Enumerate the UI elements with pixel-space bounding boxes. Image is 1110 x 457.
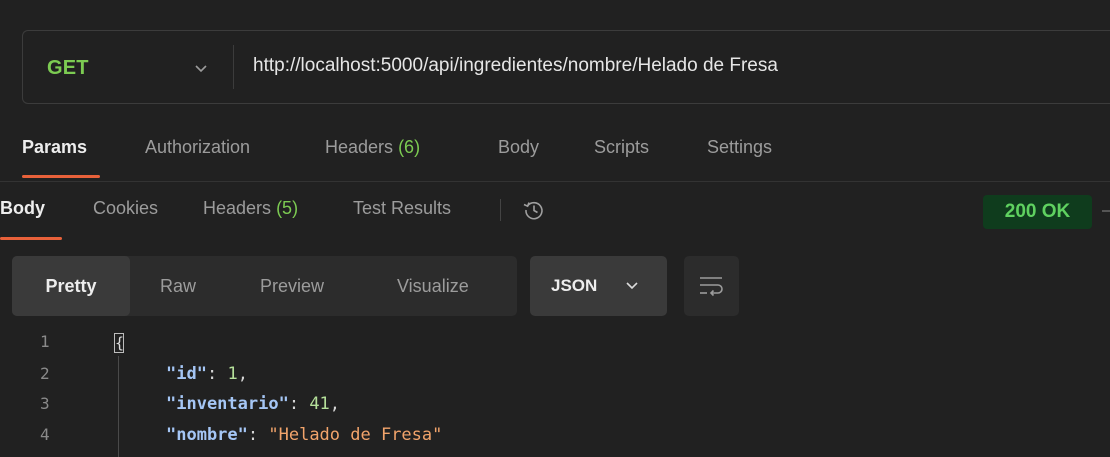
chevron-down-icon[interactable]	[195, 65, 207, 73]
tab-body[interactable]: Body	[498, 137, 539, 158]
tab-response-body[interactable]: Body	[0, 198, 45, 219]
format-tabs: Pretty Raw Preview Visualize	[12, 256, 517, 316]
tab-test-results[interactable]: Test Results	[353, 198, 451, 219]
status-badge: 200 OK	[983, 195, 1092, 229]
active-tab-indicator	[22, 175, 100, 178]
format-preview[interactable]: Preview	[260, 256, 324, 316]
tab-settings[interactable]: Settings	[707, 137, 772, 158]
tab-cookies[interactable]: Cookies	[93, 198, 158, 219]
tab-response-headers[interactable]: Headers (5)	[203, 198, 298, 219]
request-bar-divider	[233, 45, 234, 89]
response-tabs: Body Cookies Headers (5) Test Results 20…	[0, 193, 1110, 245]
tab-authorization[interactable]: Authorization	[145, 137, 250, 158]
section-divider	[0, 181, 1110, 182]
history-icon[interactable]	[521, 197, 547, 223]
url-input[interactable]: http://localhost:5000/api/ingredientes/n…	[253, 55, 778, 77]
tab-params[interactable]: Params	[22, 137, 87, 158]
code-line: 4 "nombre": "Helado de Fresa"	[40, 425, 443, 445]
wrap-lines-icon	[700, 277, 723, 297]
chevron-down-icon	[626, 282, 638, 290]
open-brace: {	[114, 333, 125, 353]
code-line: 3 "inventario": 41,	[40, 394, 341, 414]
line-number: 2	[40, 364, 50, 383]
format-pretty[interactable]: Pretty	[12, 256, 130, 316]
format-visualize[interactable]: Visualize	[397, 256, 469, 316]
line-number: 3	[40, 394, 50, 413]
language-select[interactable]: JSON	[530, 256, 667, 316]
toolbar-edge	[1102, 210, 1110, 212]
language-label: JSON	[551, 276, 598, 295]
code-line: 1	[0, 332, 1110, 362]
wrap-lines-button[interactable]	[684, 256, 739, 316]
format-raw[interactable]: Raw	[160, 256, 196, 316]
line-number: 1	[40, 332, 50, 351]
request-tabs: Params Authorization Headers (6) Body Sc…	[0, 133, 1110, 181]
tab-headers[interactable]: Headers (6)	[325, 137, 420, 158]
code-line: 2 "id": 1,	[40, 364, 248, 384]
active-response-tab-indicator	[0, 237, 62, 240]
method-select[interactable]: GET	[47, 57, 89, 80]
headers-count: (6)	[398, 137, 421, 157]
response-body-code[interactable]: 1 { 2 "id": 1, 3 "inventario": 41, 4 "no…	[0, 322, 1110, 457]
response-headers-count: (5)	[276, 198, 299, 218]
request-bar: GET http://localhost:5000/api/ingredient…	[22, 30, 1110, 104]
tabs-divider	[500, 199, 501, 221]
line-number: 4	[40, 425, 50, 444]
tab-scripts[interactable]: Scripts	[594, 137, 649, 158]
